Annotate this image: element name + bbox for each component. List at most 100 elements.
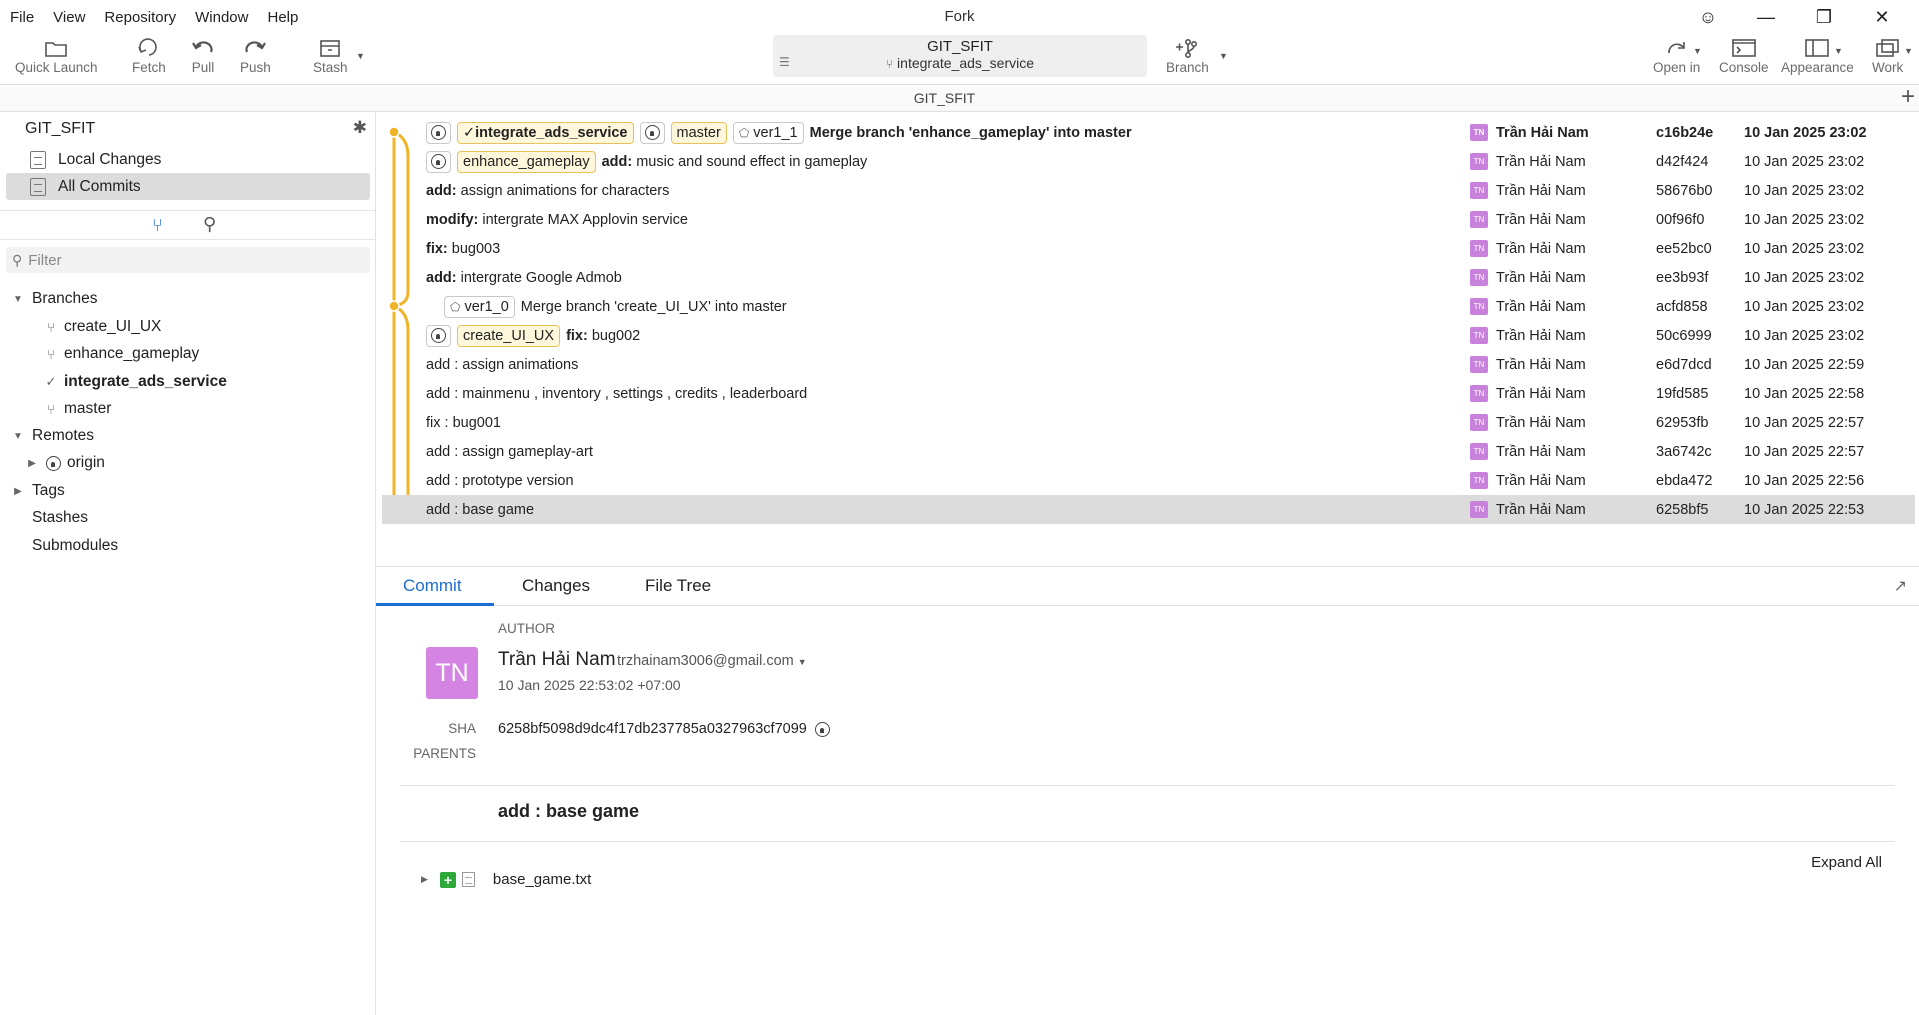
branch-badge[interactable]: ✓ integrate_ads_service [457, 121, 634, 144]
commit-sha: 58676b0 [1656, 182, 1713, 199]
filter-input[interactable]: ⚲ Filter [6, 247, 370, 273]
console-button[interactable]: Console [1719, 36, 1769, 75]
sidebar-item-all-commits[interactable]: All Commits [6, 173, 370, 200]
submodules-group[interactable]: Submodules [32, 533, 118, 559]
commit-message: create_UI_UX fix: bug002 [426, 321, 640, 350]
minimize-button[interactable]: — [1737, 4, 1795, 30]
author-name: Trần Hải Nam [1496, 327, 1586, 344]
menu-repository[interactable]: Repository [104, 9, 176, 26]
commit-row[interactable]: fix: bug003 TN Trần Hải Nam ee52bc0 10 Jan 2… [382, 234, 1915, 263]
branch-button[interactable]: Branch [1166, 36, 1209, 75]
quick-launch-button[interactable]: Quick Launch [15, 36, 98, 75]
commit-row[interactable]: ⬠ ver1_0 Merge branch 'create_UI_UX' into … [382, 292, 1915, 321]
avatar: TN [1470, 385, 1488, 402]
tab-repository[interactable]: GIT_SFIT [0, 85, 1889, 112]
console-label: Console [1719, 60, 1769, 75]
branch-badge-label: create_UI_UX [463, 327, 555, 344]
tab-file-tree[interactable]: File Tree [645, 576, 711, 596]
menu-window[interactable]: Window [195, 9, 248, 26]
push-button[interactable]: Push [240, 36, 271, 75]
branch-badge[interactable]: master [670, 121, 727, 144]
commit-sha: 62953fb [1656, 414, 1709, 431]
commit-sha: acfd858 [1656, 298, 1708, 315]
stashes-group[interactable]: Stashes [32, 505, 88, 531]
commit-subject: Merge branch 'create_UI_UX' into master [520, 298, 787, 315]
menu-help[interactable]: Help [267, 9, 298, 26]
commit-type-prefix: fix: [426, 240, 448, 257]
pull-button[interactable]: Pull [188, 36, 218, 75]
commit-row[interactable]: ✓ integrate_ads_service master ⬠ ver1_1 Merg… [382, 118, 1915, 147]
tags-group[interactable]: ▶ Tags [12, 478, 65, 504]
search-icon[interactable]: ⚲ [203, 214, 216, 235]
stash-button[interactable]: Stash [313, 36, 348, 75]
maximize-button[interactable]: ❐ [1795, 4, 1853, 30]
commit-author: TN Trần Hải Nam [1470, 147, 1586, 176]
commit-row[interactable]: add: intergrate Google Admob TN Trần Hải N… [382, 263, 1915, 292]
tag-badge[interactable]: ⬠ ver1_0 [444, 295, 515, 318]
avatar: TN [1470, 501, 1488, 518]
author-name: Trần Hải Nam [1496, 240, 1586, 257]
avatar: TN [1470, 240, 1488, 257]
remote-github-badge[interactable] [426, 121, 451, 144]
commit-message: add : prototype version [426, 466, 574, 495]
remotes-group[interactable]: ▼ Remotes [12, 423, 94, 449]
tab-commit[interactable]: Commit [403, 576, 462, 596]
menu-file[interactable]: File [10, 9, 34, 26]
work-button[interactable]: Work [1872, 36, 1903, 75]
branches-view-icon[interactable]: ⑂ [152, 215, 163, 236]
remote-github-badge[interactable] [426, 324, 451, 347]
appearance-dropdown-icon[interactable]: ▼ [1834, 46, 1843, 56]
menu-view[interactable]: View [53, 9, 85, 26]
fetch-button[interactable]: Fetch [132, 36, 166, 75]
work-dropdown-icon[interactable]: ▼ [1904, 46, 1913, 56]
close-button[interactable]: ✕ [1853, 4, 1911, 30]
commit-row[interactable]: fix : bug001 TN Trần Hải Nam 62953fb 10 Jan … [382, 408, 1915, 437]
sidebar-branch-integrate-ads-service[interactable]: ✓ integrate_ads_service [44, 369, 227, 395]
sidebar-branch-master[interactable]: ⑂ master [44, 396, 111, 422]
github-icon[interactable] [814, 721, 830, 737]
branch-dropdown-icon[interactable]: ▼ [1219, 51, 1228, 61]
branches-group[interactable]: ▼ Branches [12, 286, 97, 312]
branch-label: Branch [1166, 60, 1209, 75]
commit-author: TN Trần Hải Nam [1470, 321, 1586, 350]
gear-icon[interactable]: ✱ [353, 118, 367, 138]
open-in-dropdown-icon[interactable]: ▼ [1693, 46, 1702, 56]
branch-badge[interactable]: enhance_gameplay [457, 150, 596, 173]
commit-row[interactable]: modify: intergrate MAX Applovin service T… [382, 205, 1915, 234]
smiley-icon[interactable]: ☺ [1679, 4, 1737, 30]
new-tab-button[interactable]: + [1901, 85, 1915, 109]
remotes-label: Remotes [32, 427, 95, 444]
sidebar-branch-enhance-gameplay[interactable]: ⑂ enhance_gameplay [44, 341, 199, 367]
sha-text[interactable]: 6258bf5098d9dc4f17db237785a0327963cf7099 [498, 721, 807, 737]
file-row[interactable]: ▶ + base_game.txt [421, 871, 591, 888]
commit-row[interactable]: add : prototype version TN Trần Hải Nam ebd… [382, 466, 1915, 495]
author-email[interactable]: trzhainam3006@gmail.com ▼ [617, 653, 807, 669]
fetch-icon [134, 36, 164, 60]
commit-row[interactable]: add : assign gameplay-art TN Trần Hải Nam 3… [382, 437, 1915, 466]
commit-row[interactable]: add : assign animations TN Trần Hải Nam e6d… [382, 350, 1915, 379]
remote-github-badge[interactable] [426, 150, 451, 173]
commit-row[interactable]: add : base game TN Trần Hải Nam 6258bf5 10 J… [382, 495, 1915, 524]
stash-dropdown-icon[interactable]: ▼ [356, 51, 365, 61]
sidebar-item-local-changes[interactable]: Local Changes [6, 146, 370, 173]
popout-icon[interactable]: ↗ [1894, 576, 1907, 596]
author-name: Trần Hải Nam [1496, 124, 1589, 141]
remote-github-badge[interactable] [639, 121, 665, 144]
tag-badge[interactable]: ⬠ ver1_1 [732, 121, 804, 144]
sidebar-branch-create-ui-ux[interactable]: ⑂ create_UI_UX [44, 314, 161, 340]
collapsed-triangle-icon[interactable]: ▶ [421, 874, 428, 885]
repository-switcher[interactable]: ☰ GIT_SFIT ⑂ integrate_ads_service [773, 35, 1147, 77]
open-in-icon [1662, 36, 1692, 60]
tab-changes[interactable]: Changes [522, 576, 590, 596]
sidebar-remote-origin[interactable]: ▶ origin [26, 450, 105, 476]
console-icon [1729, 36, 1759, 60]
expand-all-button[interactable]: Expand All [1811, 854, 1882, 871]
branch-badge[interactable]: create_UI_UX [457, 324, 561, 347]
commit-row[interactable]: add: assign animations for characters TN T… [382, 176, 1915, 205]
commit-sha: 00f96f0 [1656, 211, 1705, 228]
commit-subject: add : base game [498, 801, 640, 821]
commit-row[interactable]: enhance_gameplay add: music and sound eff… [382, 147, 1915, 176]
commit-row[interactable]: add : mainmenu , inventory , settings , … [382, 379, 1915, 408]
sidebar: GIT_SFIT ✱ Local Changes All Commits ⑂ ⚲… [0, 112, 376, 1015]
commit-row[interactable]: create_UI_UX fix: bug002 TN Trần Hải Nam 50c… [382, 321, 1915, 350]
